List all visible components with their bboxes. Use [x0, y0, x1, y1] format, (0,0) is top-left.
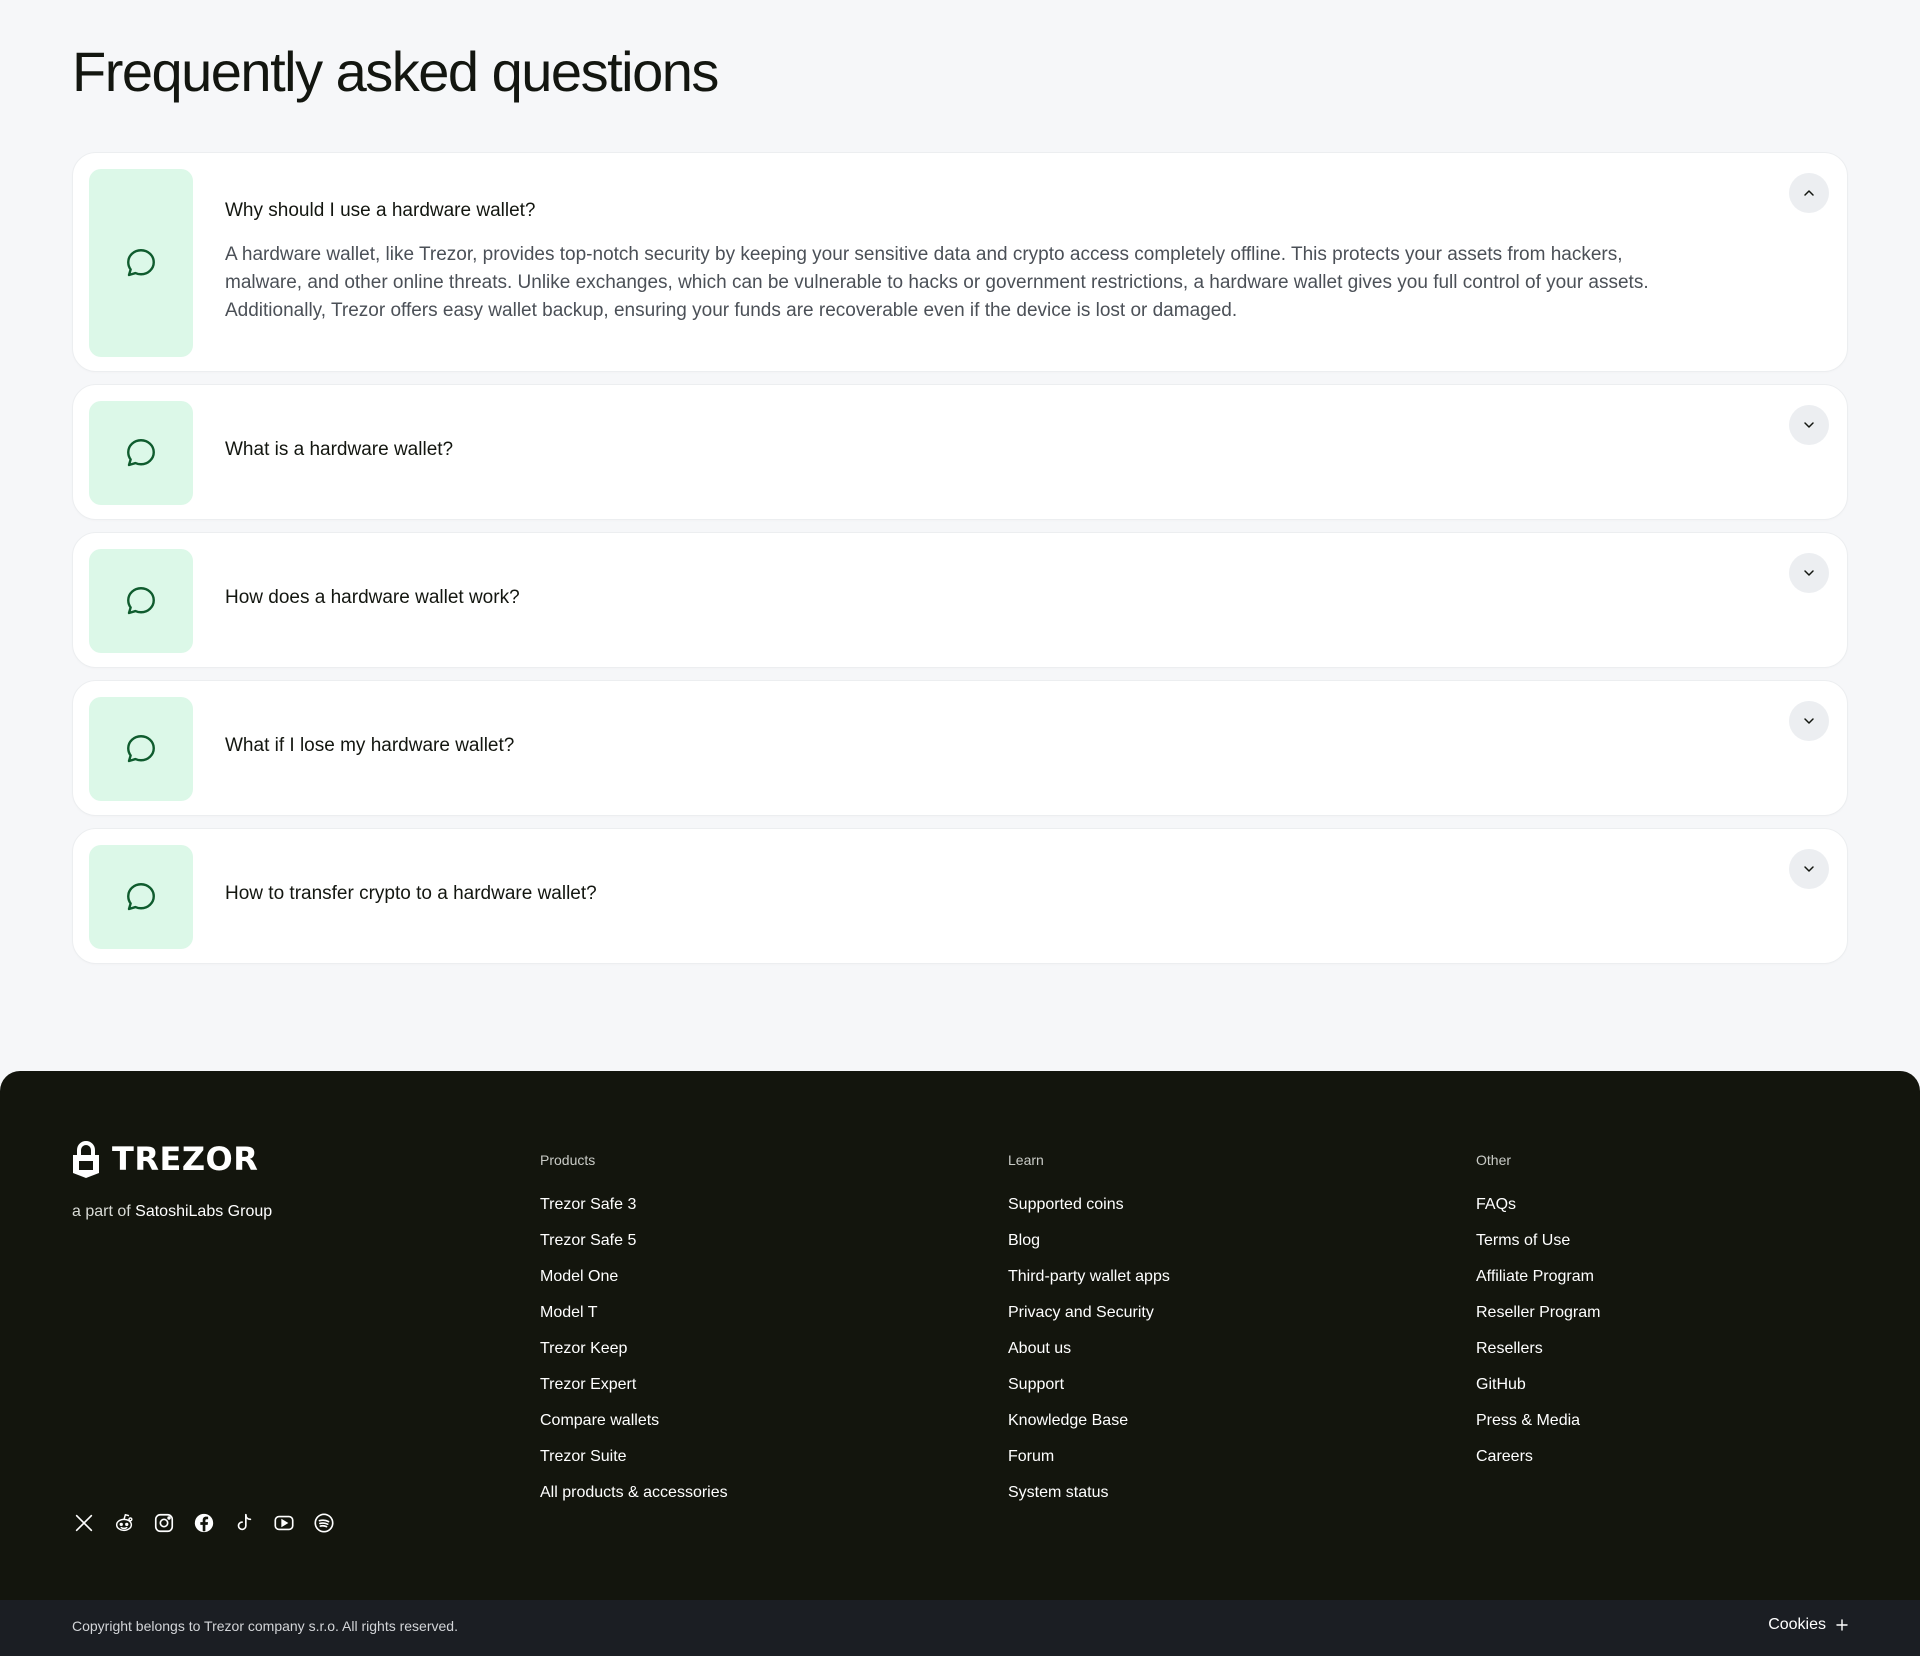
faq-item-1[interactable]: Why should I use a hardware wallet? A ha…	[72, 152, 1848, 372]
footer-link[interactable]: Trezor Suite	[540, 1448, 627, 1466]
reddit-icon[interactable]	[112, 1511, 136, 1535]
footer-link[interactable]: Compare wallets	[540, 1412, 659, 1430]
faq-question[interactable]: What if I lose my hardware wallet?	[225, 735, 514, 757]
x-icon[interactable]	[72, 1511, 96, 1535]
expand-button[interactable]	[1789, 553, 1829, 593]
footer-link[interactable]: Trezor Safe 3	[540, 1196, 636, 1214]
youtube-icon[interactable]	[272, 1511, 296, 1535]
chat-bubble-icon	[127, 439, 155, 467]
footer-link[interactable]: Third-party wallet apps	[1008, 1268, 1170, 1286]
footer-link[interactable]: GitHub	[1476, 1376, 1526, 1394]
faq-question[interactable]: What is a hardware wallet?	[225, 439, 453, 461]
plus-icon	[1836, 1619, 1848, 1631]
trezor-logo[interactable]: TREZOR	[72, 1139, 258, 1179]
faq-question[interactable]: Why should I use a hardware wallet?	[225, 200, 536, 222]
footer-link[interactable]: Trezor Safe 5	[540, 1232, 636, 1250]
footer-link[interactable]: Terms of Use	[1476, 1232, 1570, 1250]
faq-icon-box	[89, 169, 193, 357]
spotify-icon[interactable]	[312, 1511, 336, 1535]
footer-link[interactable]: Affiliate Program	[1476, 1268, 1594, 1286]
footer-link[interactable]: Trezor Expert	[540, 1376, 636, 1394]
faq-icon-box	[89, 401, 193, 505]
footer-link[interactable]: Knowledge Base	[1008, 1412, 1128, 1430]
chat-bubble-icon	[127, 587, 155, 615]
footer-link[interactable]: Press & Media	[1476, 1412, 1580, 1430]
page-title: Frequently asked questions	[72, 40, 719, 103]
chevron-up-icon	[1804, 190, 1814, 196]
footer: TREZOR a part of SatoshiLabs Group Produ…	[0, 1071, 1920, 1600]
faq-question[interactable]: How to transfer crypto to a hardware wal…	[225, 883, 597, 905]
footer-link[interactable]: Supported coins	[1008, 1196, 1124, 1214]
footer-link[interactable]: FAQs	[1476, 1196, 1516, 1214]
cookies-button[interactable]: Cookies	[1768, 1616, 1848, 1634]
faq-icon-box	[89, 697, 193, 801]
chevron-down-icon	[1804, 718, 1814, 724]
faq-icon-box	[89, 549, 193, 653]
faq-item-5[interactable]: How to transfer crypto to a hardware wal…	[72, 828, 1848, 964]
trezor-lock-icon	[73, 1141, 99, 1178]
cookies-label: Cookies	[1768, 1616, 1826, 1633]
footer-column-title: Products	[540, 1152, 596, 1168]
tagline-prefix: a part of	[72, 1203, 131, 1220]
chat-bubble-icon	[127, 883, 155, 911]
faq-item-2[interactable]: What is a hardware wallet?	[72, 384, 1848, 520]
footer-column-title: Learn	[1008, 1152, 1044, 1168]
tiktok-icon[interactable]	[232, 1511, 256, 1535]
faq-item-3[interactable]: How does a hardware wallet work?	[72, 532, 1848, 668]
expand-button[interactable]	[1789, 849, 1829, 889]
footer-column-title: Other	[1476, 1152, 1512, 1168]
footer-link[interactable]: System status	[1008, 1484, 1108, 1502]
footer-link[interactable]: Model One	[540, 1268, 618, 1286]
footer-link[interactable]: Forum	[1008, 1448, 1054, 1466]
footer-link[interactable]: About us	[1008, 1340, 1071, 1358]
copyright-text: Copyright belongs to Trezor company s.r.…	[72, 1618, 458, 1634]
chevron-down-icon	[1804, 570, 1814, 576]
collapse-button[interactable]	[1789, 173, 1829, 213]
chevron-down-icon	[1804, 866, 1814, 872]
footer-link[interactable]: Blog	[1008, 1232, 1040, 1250]
social-links	[72, 1511, 336, 1535]
faq-answer: A hardware wallet, like Trezor, provides…	[225, 244, 1649, 321]
footer-link[interactable]: Trezor Keep	[540, 1340, 627, 1358]
faq-icon-box	[89, 845, 193, 949]
logo-text: TREZOR	[112, 1140, 259, 1178]
bottom-bar: Copyright belongs to Trezor company s.r.…	[0, 1600, 1920, 1656]
chevron-down-icon	[1804, 422, 1814, 428]
facebook-icon[interactable]	[192, 1511, 216, 1535]
tagline-brand-link[interactable]: SatoshiLabs Group	[135, 1203, 272, 1220]
expand-button[interactable]	[1789, 405, 1829, 445]
faq-item-4[interactable]: What if I lose my hardware wallet?	[72, 680, 1848, 816]
expand-button[interactable]	[1789, 701, 1829, 741]
footer-tagline: a part of SatoshiLabs Group	[72, 1203, 272, 1221]
instagram-icon[interactable]	[152, 1511, 176, 1535]
footer-link[interactable]: All products & accessories	[540, 1484, 728, 1502]
footer-link[interactable]: Support	[1008, 1376, 1064, 1394]
footer-link[interactable]: Reseller Program	[1476, 1304, 1600, 1322]
chat-bubble-icon	[127, 249, 155, 277]
footer-link[interactable]: Model T	[540, 1304, 598, 1322]
footer-link[interactable]: Careers	[1476, 1448, 1533, 1466]
faq-question[interactable]: How does a hardware wallet work?	[225, 587, 520, 609]
chat-bubble-icon	[127, 735, 155, 763]
footer-link[interactable]: Resellers	[1476, 1340, 1543, 1358]
footer-link[interactable]: Privacy and Security	[1008, 1304, 1154, 1322]
